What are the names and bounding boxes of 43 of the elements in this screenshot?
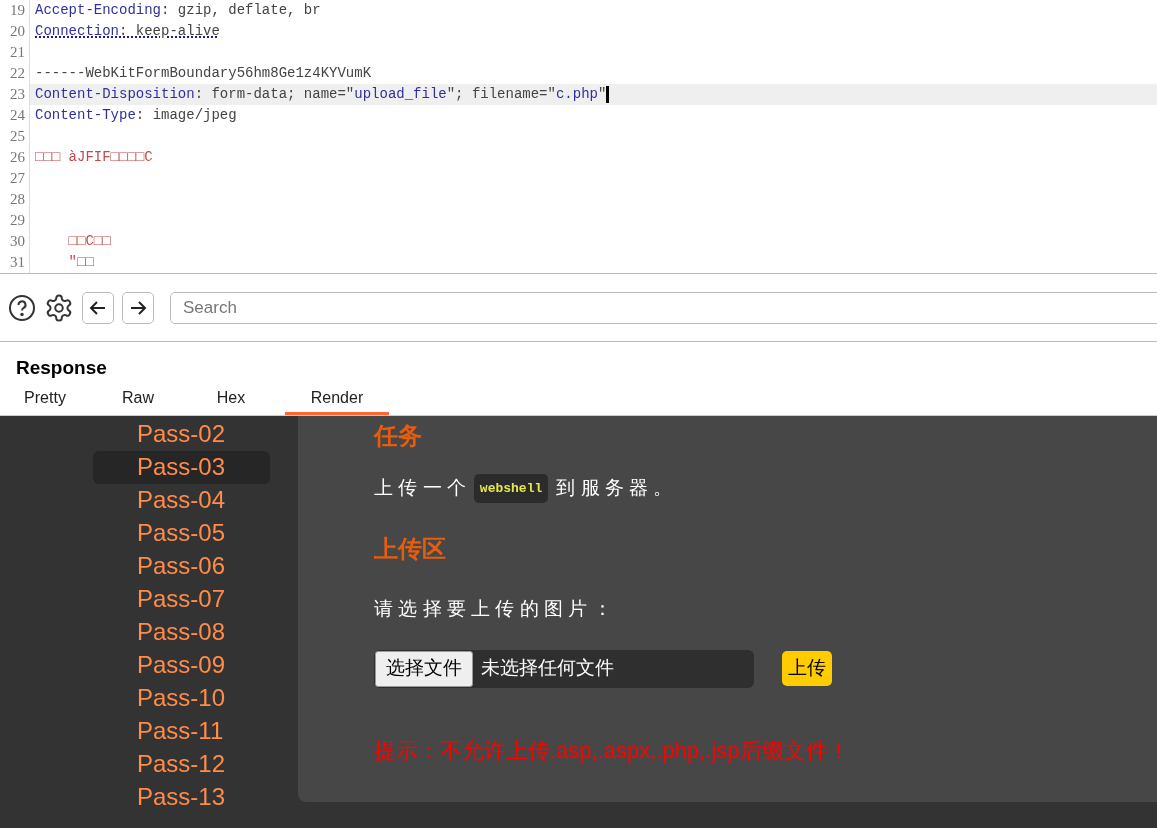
level-item[interactable]: Pass-04	[93, 483, 270, 517]
level-item[interactable]: Pass-06	[93, 549, 270, 583]
code-line: ------WebKitFormBoundary56hm8Ge1z4KYVumK	[35, 64, 372, 83]
task-text: 到 服 务 器 。	[556, 476, 673, 500]
code-line: Content-Type: image/jpeg	[35, 106, 237, 125]
level-item[interactable]: Pass-09	[93, 648, 270, 682]
level-item[interactable]: Pass-11	[93, 714, 270, 748]
task-heading: 任务	[374, 420, 423, 451]
line-number: 23	[0, 84, 30, 105]
level-item[interactable]: Pass-12	[93, 747, 270, 781]
level-item[interactable]: Pass-03	[93, 450, 270, 484]
right-arrow-icon	[129, 298, 147, 317]
code-line: "□□	[67, 253, 94, 272]
code-badge: webshell	[473, 473, 549, 503]
code-line: □□C□□	[67, 232, 111, 251]
file-input[interactable]: 选择文件 未选择任何文件	[374, 649, 754, 688]
upload-button[interactable]: 上传	[782, 651, 832, 686]
code-line: □□□ àJFIF□□□□C	[35, 148, 153, 167]
upload-prompt: 请 选 择 要 上 传 的 图 片 ：	[374, 597, 613, 621]
level-item[interactable]: Pass-05	[93, 516, 270, 550]
left-arrow-icon	[89, 298, 107, 317]
code-line: Connection: keep-alive	[35, 22, 220, 41]
hint-text: 提示：不允许上传.asp,.aspx,.php,.jsp后缀文件！	[374, 736, 851, 765]
upload-heading: 上传区	[374, 534, 447, 564]
level-item[interactable]: Pass-10	[93, 681, 270, 715]
forward-button[interactable]	[122, 291, 154, 324]
file-status: 未选择任何文件	[481, 656, 614, 681]
response-title: Response	[16, 357, 107, 378]
back-button[interactable]	[82, 291, 114, 324]
settings-icon[interactable]	[44, 292, 74, 323]
response-tab[interactable]: Pretty	[6, 384, 84, 415]
level-item[interactable]: Pass-02	[93, 417, 270, 451]
choose-file-button[interactable]: 选择文件	[375, 650, 473, 687]
search-field[interactable]: Search	[170, 291, 1157, 324]
help-icon[interactable]	[8, 293, 36, 322]
level-item[interactable]: Pass-08	[93, 615, 270, 649]
level-item[interactable]: Pass-13	[93, 780, 270, 814]
level-item[interactable]: Pass-07	[93, 582, 270, 616]
response-tab[interactable]: Raw	[99, 384, 177, 415]
task-text: 上 传 一 个	[374, 476, 466, 500]
response-tab[interactable]: Hex	[192, 384, 270, 415]
code-line: Accept-Encoding: gzip, deflate, br	[35, 1, 321, 20]
code-line: Content-Disposition: form-data; name="upload_file"; filename="c.php"	[35, 85, 607, 104]
